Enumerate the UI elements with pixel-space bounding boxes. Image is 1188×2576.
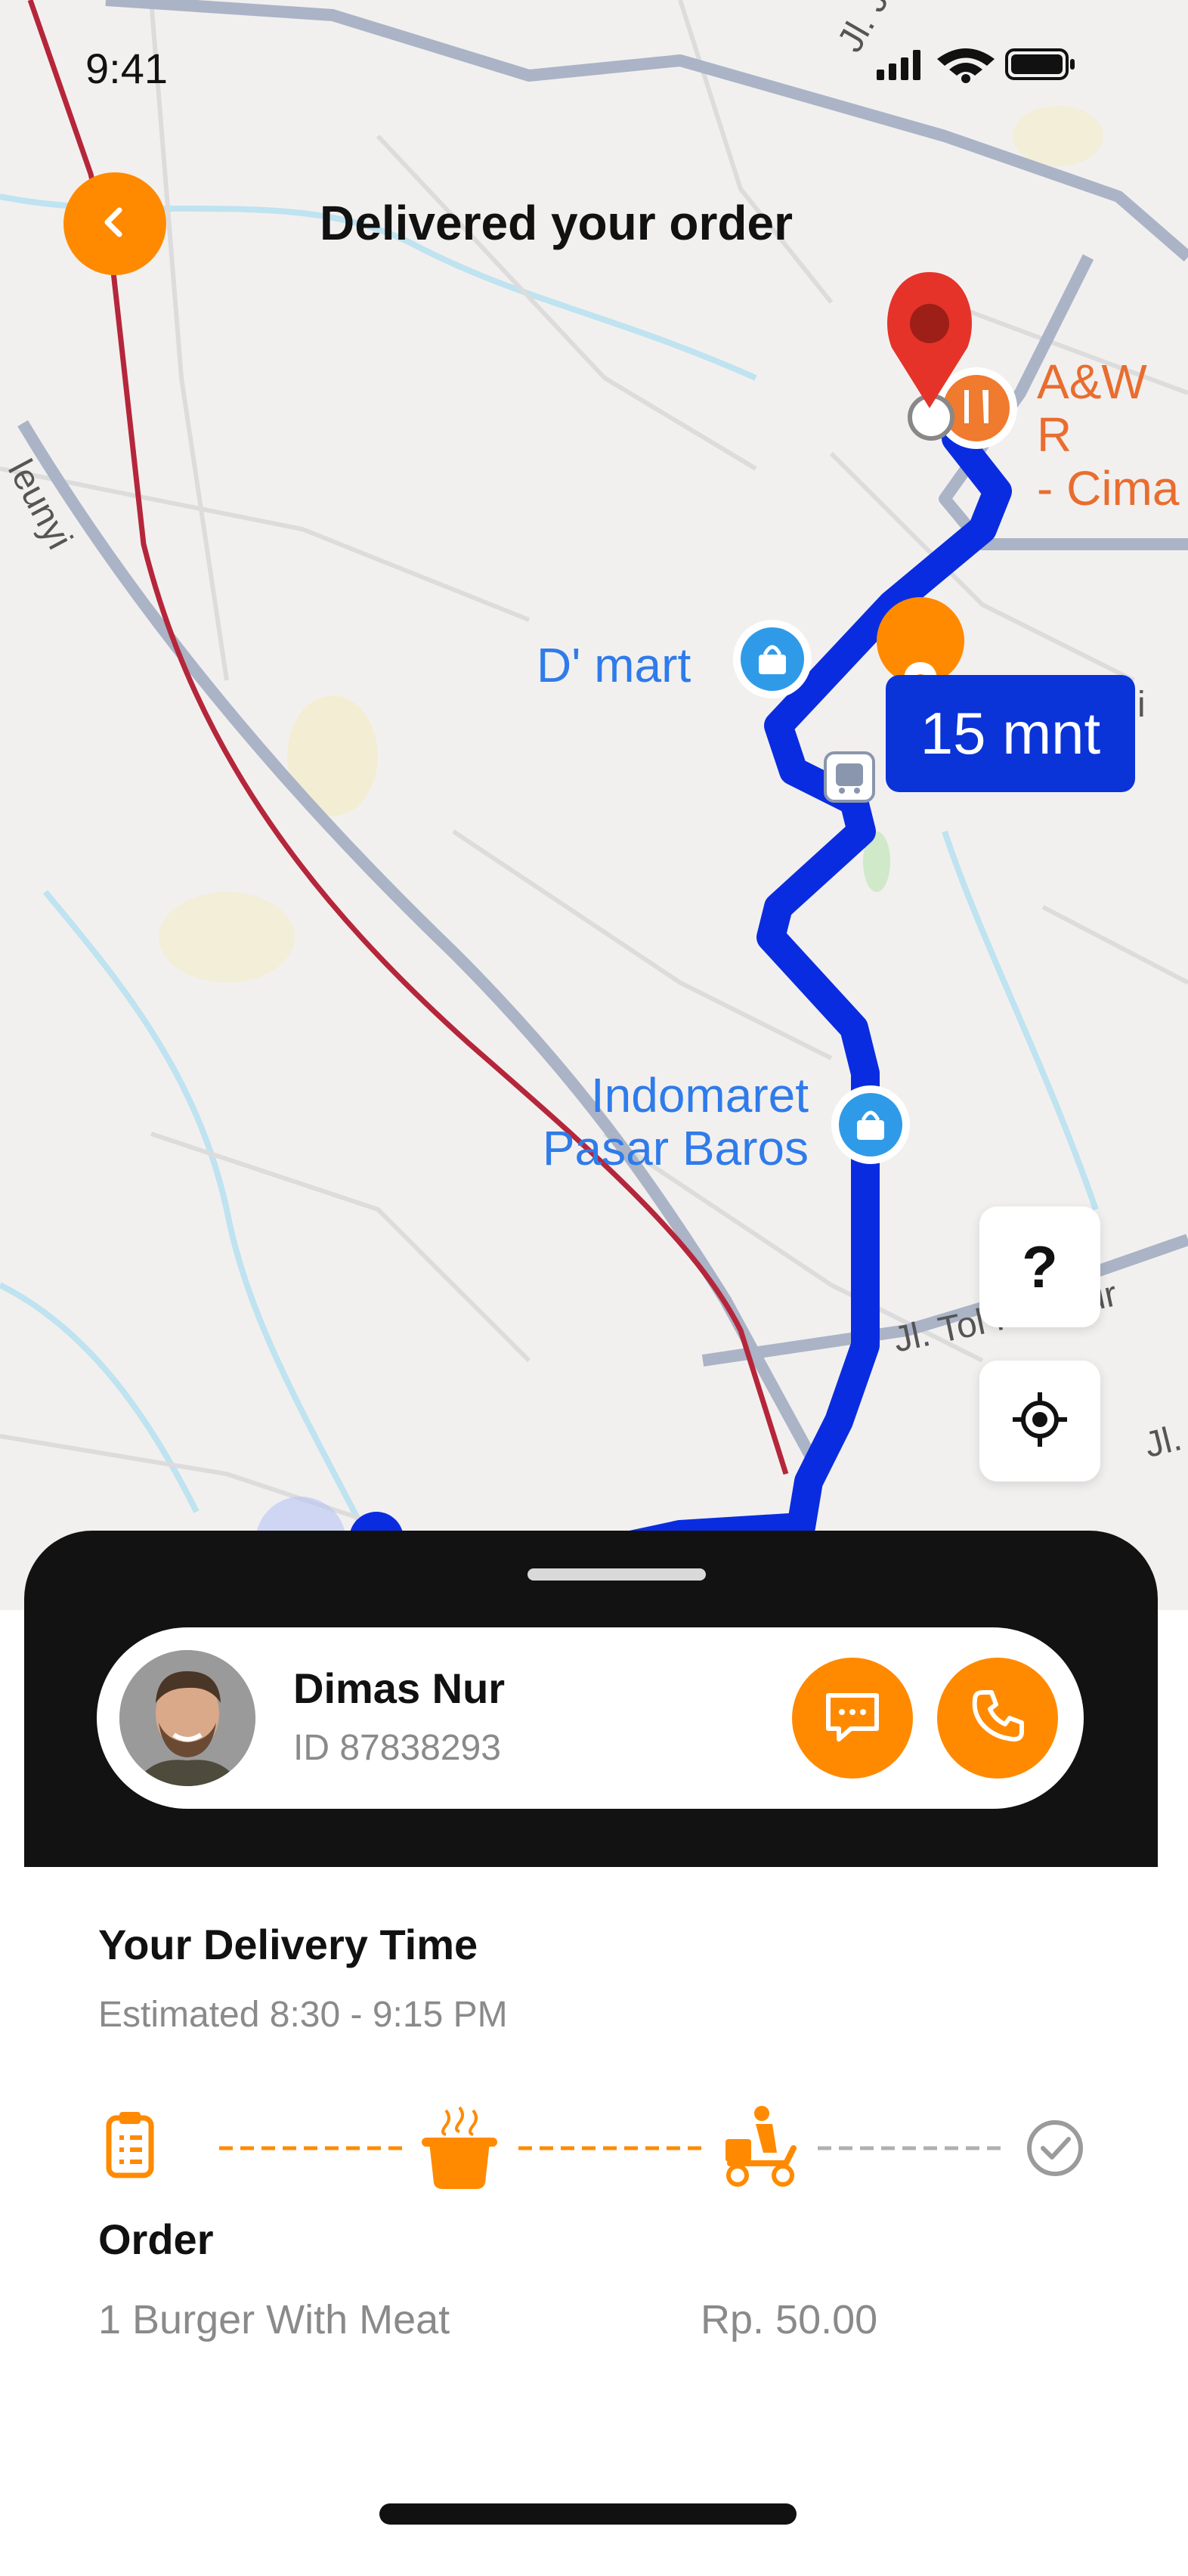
driver-id: ID 87838293 bbox=[293, 1728, 501, 1768]
driver-name: Dimas Nur bbox=[293, 1664, 506, 1712]
sheet-drag-handle[interactable] bbox=[527, 1568, 706, 1581]
delivery-details: Your Delivery Time Estimated 8:30 - 9:15… bbox=[24, 1867, 1158, 2411]
driver-card: Dimas Nur ID 87838293 bbox=[97, 1627, 1084, 1809]
cooking-pot-icon bbox=[422, 2106, 497, 2189]
help-button-label: ? bbox=[1022, 1233, 1058, 1300]
indomaret-label-line2: Pasar Baros bbox=[542, 1121, 809, 1176]
restaurant-label-line2: - Cima bbox=[1037, 460, 1180, 516]
wifi-icon bbox=[937, 48, 995, 83]
page-title: Delivered your order bbox=[320, 196, 793, 250]
eta-badge: 15 mnt bbox=[886, 675, 1135, 792]
order-item-name: 1 Burger With Meat bbox=[98, 2297, 450, 2342]
check-circle-icon bbox=[1027, 2120, 1083, 2176]
driver-sheet: Dimas Nur ID 87838293 bbox=[24, 1531, 1158, 1886]
restaurant-label-line1: A&W R bbox=[1037, 355, 1147, 463]
order-item-price: Rp. 50.00 bbox=[701, 2297, 878, 2342]
delivery-progress bbox=[106, 2106, 1083, 2189]
restaurant-label[interactable]: A&W R - Cima bbox=[1037, 355, 1188, 515]
indomaret-label-line1: Indomaret bbox=[590, 1068, 809, 1122]
call-button[interactable] bbox=[937, 1658, 1058, 1779]
status-time: 9:41 bbox=[85, 45, 168, 92]
cellular-signal-icon bbox=[877, 50, 920, 80]
home-indicator[interactable] bbox=[379, 2503, 797, 2525]
locate-me-button[interactable] bbox=[979, 1361, 1100, 1482]
help-button[interactable]: ? bbox=[979, 1206, 1100, 1327]
crosshair-icon bbox=[1010, 1389, 1070, 1454]
status-bar: 9:41 bbox=[0, 0, 1188, 144]
battery-icon bbox=[1005, 48, 1075, 80]
bottom-safe-area bbox=[0, 2411, 1188, 2576]
delivery-estimate: Estimated 8:30 - 9:15 PM bbox=[98, 1995, 508, 2035]
clipboard-icon bbox=[106, 2112, 154, 2178]
avatar bbox=[119, 1650, 255, 1786]
delivery-time-title: Your Delivery Time bbox=[98, 1921, 478, 1968]
chat-bubble-icon bbox=[821, 1685, 884, 1752]
dmart-label[interactable]: D' mart bbox=[537, 639, 691, 692]
indomaret-label[interactable]: Indomaret Pasar Baros bbox=[529, 1069, 809, 1175]
chat-button[interactable] bbox=[792, 1658, 913, 1779]
road-label-near-badge: i bbox=[1137, 685, 1146, 725]
status-icons bbox=[869, 45, 1081, 83]
order-title: Order bbox=[98, 2215, 214, 2263]
phone-icon bbox=[966, 1685, 1029, 1752]
delivery-scooter-icon bbox=[725, 2106, 797, 2187]
